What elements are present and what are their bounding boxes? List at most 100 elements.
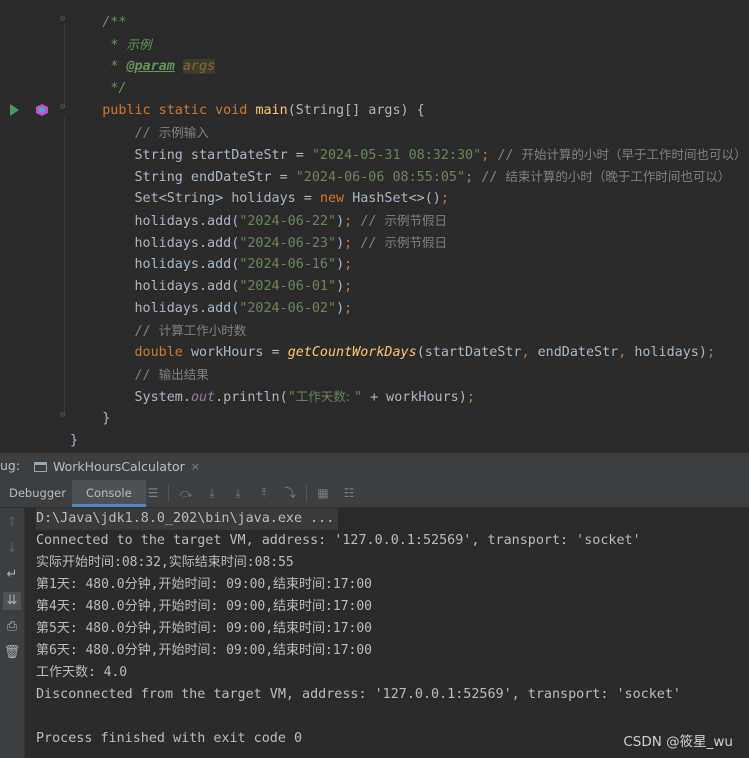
code-token: System. xyxy=(134,390,191,405)
code-token: } xyxy=(102,411,111,426)
fold-icon[interactable]: ⊖ xyxy=(60,102,69,112)
fold-icon[interactable]: ⊖ xyxy=(60,410,69,420)
code-token: "2024-06-02" xyxy=(239,301,337,316)
console-line: 第6天: 480.0分钟,开始时间: 09:00,结束时间:17:00 xyxy=(36,643,373,658)
console-line: 第5天: 480.0分钟,开始时间: 09:00,结束时间:17:00 xyxy=(36,621,373,636)
code-token: "2024-06-06 08:55:05" xyxy=(295,170,466,185)
code-token: new xyxy=(319,191,353,206)
arrow-down-icon[interactable]: ↓ xyxy=(3,540,21,558)
fold-icon[interactable]: ⊖ xyxy=(60,14,69,24)
code-token: ; xyxy=(344,236,361,251)
code-token: main xyxy=(255,103,288,118)
code-token: 计算工作小时数 xyxy=(158,323,247,338)
code-line: Set<String> holidays = new HashSet<>(); xyxy=(70,188,449,210)
code-token: 开始计算的小时（早于工作时间也可以） xyxy=(521,147,747,162)
code-token: " xyxy=(287,390,296,405)
code-token: // xyxy=(360,236,385,251)
code-token: 示例 xyxy=(126,37,152,52)
console-line: Process finished with exit code 0 xyxy=(36,731,303,746)
code-token: workHours = xyxy=(190,345,288,360)
code-line: holidays.add("2024-06-23"); // 示例节假日 xyxy=(70,232,447,254)
code-token: 工作天数: xyxy=(295,389,354,404)
debug-subtab-bar: Debugger Console ☰ ⤼ ⤓ ⤓ ⤒ ⤵ ▦ ☷ xyxy=(0,480,749,508)
run-to-cursor-icon[interactable]: ⤵ xyxy=(283,486,297,500)
code-token: String endDateStr = xyxy=(134,170,296,185)
tab-console[interactable]: Console xyxy=(72,480,146,507)
soft-wrap-icon[interactable]: ↵ xyxy=(3,566,21,584)
code-token: ) xyxy=(336,236,345,251)
code-token: ; xyxy=(344,257,353,272)
table-icon[interactable]: ▦ xyxy=(316,486,330,500)
debug-gutter-icon[interactable] xyxy=(36,104,48,116)
code-token: ) xyxy=(336,257,345,272)
code-token: ; xyxy=(481,148,498,163)
console-line: Connected to the target VM, address: '12… xyxy=(36,533,641,548)
layout-icon[interactable]: ☷ xyxy=(342,486,356,500)
debug-session-tab[interactable]: WorkHoursCalculator × xyxy=(34,453,200,480)
code-token: , xyxy=(521,345,538,360)
code-line: */ xyxy=(70,78,126,100)
watermark: CSDN @筱星_wu xyxy=(623,734,733,750)
run-gutter-icon[interactable] xyxy=(10,104,19,116)
session-tab-label: WorkHoursCalculator xyxy=(53,459,185,474)
code-token: // xyxy=(360,214,385,229)
code-token: 结束计算的小时（晚于工作时间也可以） xyxy=(505,169,731,184)
code-token: // xyxy=(481,170,506,185)
step-into-icon[interactable]: ⤓ xyxy=(231,486,245,500)
code-token: 示例节假日 xyxy=(384,213,447,228)
code-line: // 计算工作小时数 xyxy=(70,320,247,342)
code-token: "2024-06-16" xyxy=(239,257,337,272)
code-token: ) xyxy=(336,214,345,229)
code-token: 示例节假日 xyxy=(384,235,447,250)
code-line: double workHours = getCountWorkDays(star… xyxy=(70,342,716,364)
code-line: System.out.println("工作天数: " + workHours)… xyxy=(70,386,475,408)
code-token: ; xyxy=(344,279,353,294)
menu-icon[interactable]: ☰ xyxy=(146,486,160,500)
console-window-icon xyxy=(34,461,47,472)
code-token: // xyxy=(497,148,522,163)
code-line: // 示例输入 xyxy=(70,122,209,144)
arrow-up-icon[interactable]: ↑ xyxy=(3,514,21,532)
print-icon[interactable]: ⎙ xyxy=(3,618,21,636)
code-token: */ xyxy=(110,81,127,96)
step-out-icon[interactable]: ⤒ xyxy=(257,486,271,500)
console-output[interactable]: D:\Java\jdk1.8.0_202\bin\java.exe ... Co… xyxy=(25,508,749,758)
code-line: String startDateStr = "2024-05-31 08:32:… xyxy=(70,144,747,166)
code-token: ; xyxy=(465,170,482,185)
close-icon[interactable]: × xyxy=(191,460,200,473)
code-line: public static void main(String[] args) { xyxy=(70,100,425,122)
code-token: 示例输入 xyxy=(158,125,209,140)
code-token: out xyxy=(190,390,216,405)
step-over-icon[interactable]: ⤓ xyxy=(205,486,219,500)
console-line: Disconnected from the target VM, address… xyxy=(36,687,681,702)
code-token: String startDateStr = xyxy=(134,148,312,163)
code-token: HashSet<>() xyxy=(352,191,441,206)
trash-icon[interactable]: 🗑 xyxy=(3,644,21,662)
code-token: , xyxy=(618,345,635,360)
console-command-line[interactable]: D:\Java\jdk1.8.0_202\bin\java.exe ... xyxy=(36,508,339,530)
scroll-to-end-icon[interactable]: ⇊ xyxy=(3,592,21,610)
show-execution-point-icon[interactable]: ⤼ xyxy=(179,486,193,500)
code-token: holidays) xyxy=(634,345,707,360)
code-token: holidays.add( xyxy=(134,279,240,294)
code-editor[interactable]: ⊖ ⊖ ⊖ /** * 示例 * @param args */ public s… xyxy=(0,0,749,452)
code-token: ) xyxy=(336,301,345,316)
code-token: (String[] args) { xyxy=(287,103,425,118)
code-token: @param xyxy=(126,59,175,74)
code-token: " xyxy=(353,390,371,405)
tab-debugger[interactable]: Debugger xyxy=(9,480,66,507)
